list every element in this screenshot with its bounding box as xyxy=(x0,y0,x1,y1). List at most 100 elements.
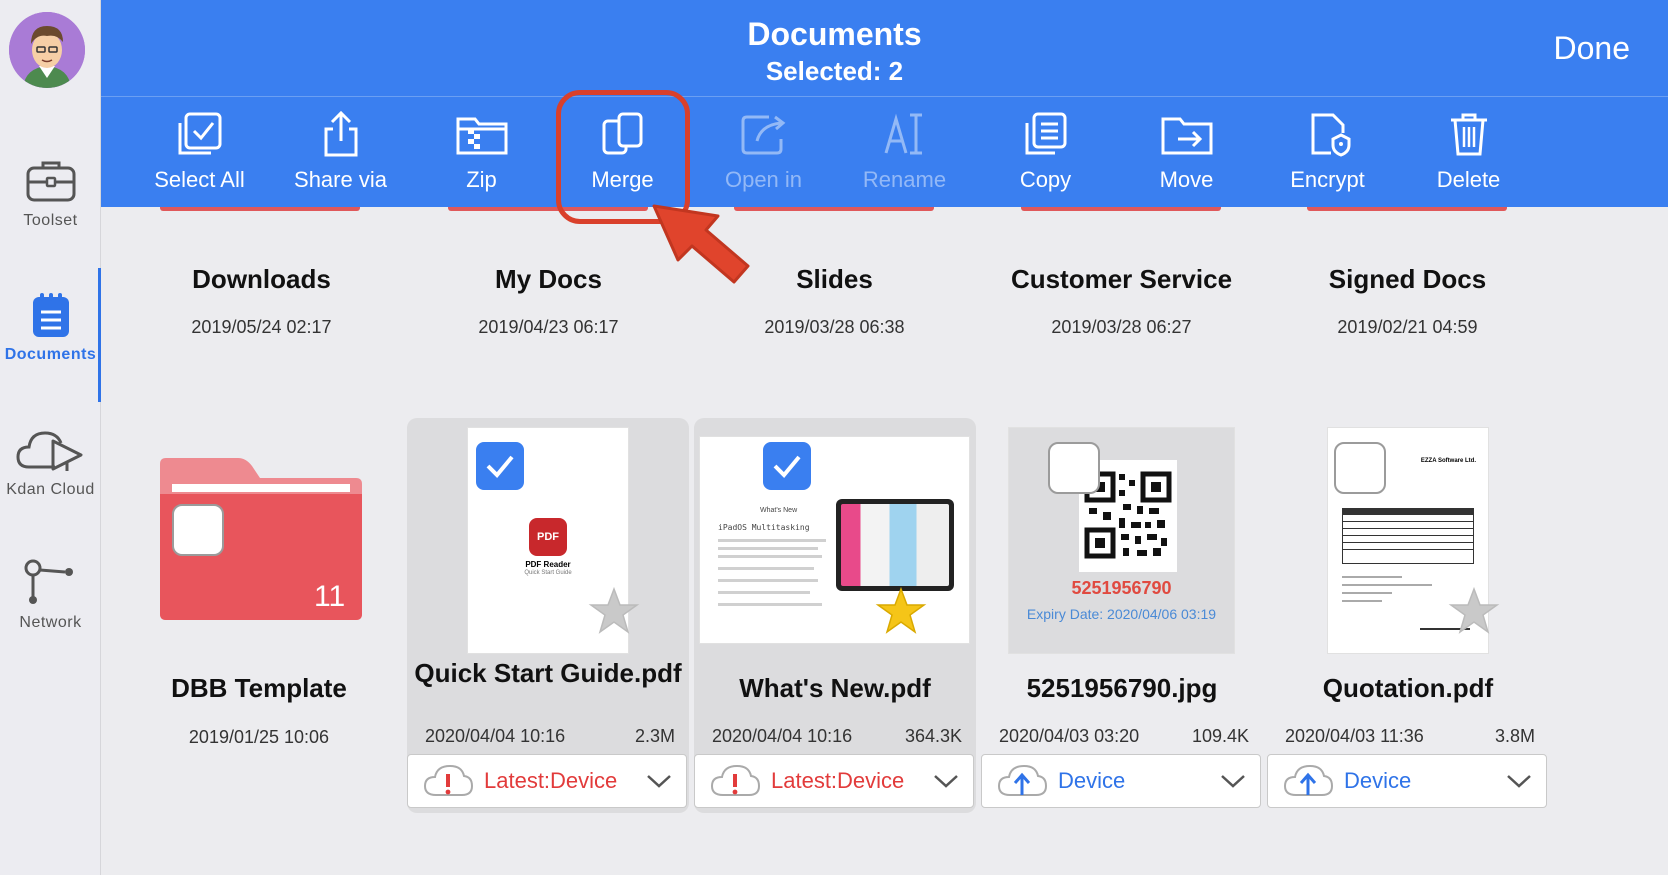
cloud-status-label: Latest:Device xyxy=(484,768,618,793)
folder-item[interactable]: 11 DBB Template 2019/01/25 10:06 xyxy=(118,418,400,813)
table-rule xyxy=(1343,521,1473,522)
sidebar-item-network[interactable]: Network xyxy=(0,558,101,632)
file-name: Quick Start Guide.pdf xyxy=(414,658,682,688)
selection-checkbox[interactable] xyxy=(474,440,526,492)
open-in-icon xyxy=(741,115,785,155)
file-size: 364.3K xyxy=(904,726,962,746)
folder-date: 2019/02/21 04:59 xyxy=(1337,317,1478,337)
file-card[interactable]: PDF PDF Reader Quick Start Guide Quick S… xyxy=(407,418,689,813)
file-meta: 2020/04/03 03:20 109.4K xyxy=(999,726,1249,747)
sidebar-item-documents[interactable]: Documents xyxy=(0,292,101,364)
table-rule xyxy=(1343,549,1473,550)
zip-button[interactable]: Zip xyxy=(411,97,552,207)
sidebar-item-kdan-cloud[interactable]: Kdan Cloud xyxy=(0,425,101,499)
sidebar-item-toolset[interactable]: Toolset xyxy=(0,158,101,230)
file-card[interactable]: What's New iPadOS Multitasking What's Ne… xyxy=(694,418,976,813)
star-icon[interactable] xyxy=(875,586,927,636)
selection-checkbox[interactable] xyxy=(172,504,224,556)
select-all-icon xyxy=(178,112,221,155)
encrypt-button[interactable]: Encrypt xyxy=(1257,97,1398,207)
folder-date: 2019/04/23 06:17 xyxy=(478,317,619,337)
thumb-text-line xyxy=(1342,576,1402,578)
folder-item[interactable]: Downloads 2019/05/24 02:17 xyxy=(118,207,405,407)
file-thumbnail: 5251956790 Expiry Date: 2020/04/06 03:19 xyxy=(1009,428,1234,653)
ipad-screenshot xyxy=(836,499,954,591)
selection-checkbox[interactable] xyxy=(1048,442,1100,494)
qr-expiry: Expiry Date: 2020/04/06 03:19 xyxy=(1026,606,1217,622)
thumb-text-line xyxy=(718,579,818,582)
done-button[interactable]: Done xyxy=(1554,30,1631,67)
share-icon xyxy=(324,111,357,157)
folder-name: Signed Docs xyxy=(1328,264,1487,294)
file-name: 5251956790.jpg xyxy=(1026,673,1218,703)
file-size: 3.8M xyxy=(1494,726,1535,746)
folder-name: Customer Service xyxy=(1010,264,1233,294)
folder-date: 2019/05/24 02:17 xyxy=(191,317,332,337)
folder-name: Downloads xyxy=(192,264,331,294)
thumb-subtitle: iPadOS Multitasking xyxy=(718,523,810,532)
selection-checkbox[interactable] xyxy=(1334,442,1386,494)
share-via-button[interactable]: Share via xyxy=(270,97,411,207)
header-bar: Documents Selected: 2 Done xyxy=(101,0,1668,97)
thumb-text-line xyxy=(718,547,818,550)
cloud-upload-icon xyxy=(997,764,1048,796)
file-card[interactable]: 5251956790 Expiry Date: 2020/04/06 03:19… xyxy=(981,418,1263,813)
file-card[interactable]: EZZA Software Ltd. Quotation.pdf 2020/04… xyxy=(1267,418,1549,813)
avatar-illustration xyxy=(9,12,85,88)
sidebar-item-label: Toolset xyxy=(23,212,78,229)
thumb-text-line xyxy=(1342,592,1392,594)
tool-label: Zip xyxy=(466,167,497,192)
quote-table xyxy=(1342,508,1474,564)
file-name: What's New.pdf xyxy=(739,673,931,703)
thumb-text-line xyxy=(718,591,810,594)
copy-icon xyxy=(1025,112,1066,155)
cloud-status-dropdown[interactable]: Latest:Device xyxy=(407,754,687,808)
open-in-button[interactable]: Open in xyxy=(693,97,834,207)
rename-button[interactable]: Rename xyxy=(834,97,975,207)
delete-icon xyxy=(1450,113,1487,156)
copy-button[interactable]: Copy xyxy=(975,97,1116,207)
selection-checkbox[interactable] xyxy=(761,440,813,492)
cloud-warning-icon xyxy=(710,764,761,796)
zip-icon xyxy=(456,117,507,155)
file-date: 2020/04/04 10:16 xyxy=(712,726,853,746)
sidebar: Toolset Documents Kdan Cloud Network xyxy=(0,0,101,875)
thumb-subtitle: Quick Start Guide xyxy=(524,570,572,576)
folder-item[interactable]: Customer Service 2019/03/28 06:27 xyxy=(978,207,1265,407)
network-icon xyxy=(24,559,73,604)
ipad-screen xyxy=(841,504,949,586)
thumb-text-line xyxy=(718,539,826,542)
select-all-button[interactable]: Select All xyxy=(129,97,270,207)
chevron-down-icon xyxy=(1507,775,1531,788)
delete-button[interactable]: Delete xyxy=(1398,97,1539,207)
selection-count: Selected: 2 xyxy=(765,56,904,86)
cloud-status-label: Device xyxy=(1058,768,1126,793)
tool-label: Share via xyxy=(294,167,387,192)
table-rule xyxy=(1343,528,1473,529)
thumb-text-line xyxy=(1342,600,1382,602)
move-button[interactable]: Move xyxy=(1116,97,1257,207)
file-size: 2.3M xyxy=(634,726,675,746)
table-header-bar xyxy=(1343,509,1473,515)
file-name: DBB Template xyxy=(171,673,347,703)
folder-date: 2019/03/28 06:27 xyxy=(1051,317,1192,337)
checkmark-icon xyxy=(486,455,514,478)
thumb-text-line xyxy=(718,567,814,570)
app-window: Toolset Documents Kdan Cloud Network Doc… xyxy=(0,0,1668,875)
thumb-company: EZZA Software Ltd. xyxy=(1420,458,1476,464)
folder-date: 2019/03/28 06:38 xyxy=(764,317,905,337)
star-icon[interactable] xyxy=(588,586,640,636)
cloud-warning-icon xyxy=(423,764,474,796)
cloud-status-dropdown[interactable]: Device xyxy=(981,754,1261,808)
folder-item[interactable]: Signed Docs 2019/02/21 04:59 xyxy=(1264,207,1551,407)
encrypt-icon xyxy=(1311,113,1350,157)
star-icon[interactable] xyxy=(1448,586,1500,636)
tool-label: Delete xyxy=(1436,167,1501,192)
thumb-title: What's New xyxy=(760,507,798,514)
thumb-text-line xyxy=(1342,584,1432,586)
pointer-arrow-icon xyxy=(652,204,750,284)
user-avatar[interactable] xyxy=(9,12,85,88)
cloud-status-dropdown[interactable]: Latest:Device xyxy=(694,754,974,808)
cloud-status-dropdown[interactable]: Device xyxy=(1267,754,1547,808)
file-date: 2020/04/03 03:20 xyxy=(999,726,1140,746)
